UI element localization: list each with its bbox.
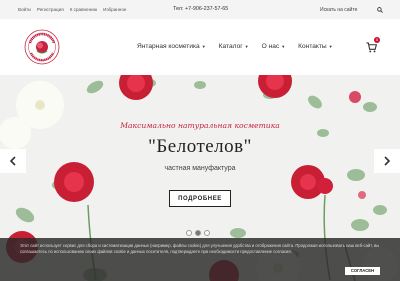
nav-label: О нас: [261, 43, 280, 50]
hero-slogan: Максимально натуральная косметика: [120, 121, 280, 130]
search-icon[interactable]: [376, 6, 384, 14]
slider-dot[interactable]: [186, 230, 192, 236]
user-links: Войти Регистрация К сравнению Избранное: [18, 7, 126, 12]
hero-title: "Белотелов": [148, 136, 252, 157]
chevron-down-icon: ▼: [201, 44, 206, 49]
top-bar: Войти Регистрация К сравнению Избранное …: [0, 0, 400, 19]
nav-label: Каталог: [218, 43, 243, 50]
nav-label: Янтарная косметика: [137, 43, 200, 50]
login-link[interactable]: Войти: [18, 7, 31, 12]
chevron-down-icon: ▼: [328, 44, 333, 49]
nav-label: Контакты: [298, 43, 327, 50]
slider-dots: [186, 230, 210, 236]
chevron-down-icon: ▼: [281, 44, 286, 49]
cart-count-badge: 0: [374, 37, 380, 43]
favorites-link[interactable]: Избранное: [103, 7, 126, 12]
chevron-right-icon: [384, 156, 391, 166]
cart-button[interactable]: 0: [366, 37, 380, 53]
nav-catalog[interactable]: Каталог ▼: [219, 43, 249, 50]
search-placeholder: Искать на сайте: [320, 6, 358, 13]
slider-dot[interactable]: [204, 230, 210, 236]
hero-subtitle: частная мануфактура: [164, 165, 236, 172]
cart-icon: [366, 42, 378, 53]
nav-about[interactable]: О нас ▼: [262, 43, 286, 50]
chevron-left-icon: [9, 156, 16, 166]
slider-next-button[interactable]: [374, 149, 400, 173]
cookie-text: Этот сайт использует сервис для сбора и …: [20, 243, 380, 254]
brand-logo[interactable]: [24, 29, 60, 65]
search-field[interactable]: Искать на сайте: [312, 4, 384, 15]
cookie-accept-button[interactable]: СОГЛАСЕН: [345, 267, 380, 275]
register-link[interactable]: Регистрация: [37, 7, 64, 12]
main-nav: Янтарная косметика ▼ Каталог ▼ О нас ▼ Конт…: [137, 43, 333, 50]
phone-number[interactable]: Тел: +7-906-237-57-65: [173, 6, 228, 12]
compare-link[interactable]: К сравнению: [70, 7, 97, 12]
nav-amber-cosmetics[interactable]: Янтарная косметика ▼: [137, 43, 206, 50]
slider-prev-button[interactable]: [0, 149, 26, 173]
slider-dot-active[interactable]: [195, 230, 201, 236]
more-button[interactable]: ПОДРОБНЕЕ: [169, 190, 231, 207]
chevron-down-icon: ▼: [244, 44, 249, 49]
nav-contacts[interactable]: Контакты ▼: [298, 43, 332, 50]
header: Янтарная косметика ▼ Каталог ▼ О нас ▼ Конт…: [0, 19, 400, 75]
cookie-banner: Этот сайт использует сервис для сбора и …: [0, 238, 400, 281]
